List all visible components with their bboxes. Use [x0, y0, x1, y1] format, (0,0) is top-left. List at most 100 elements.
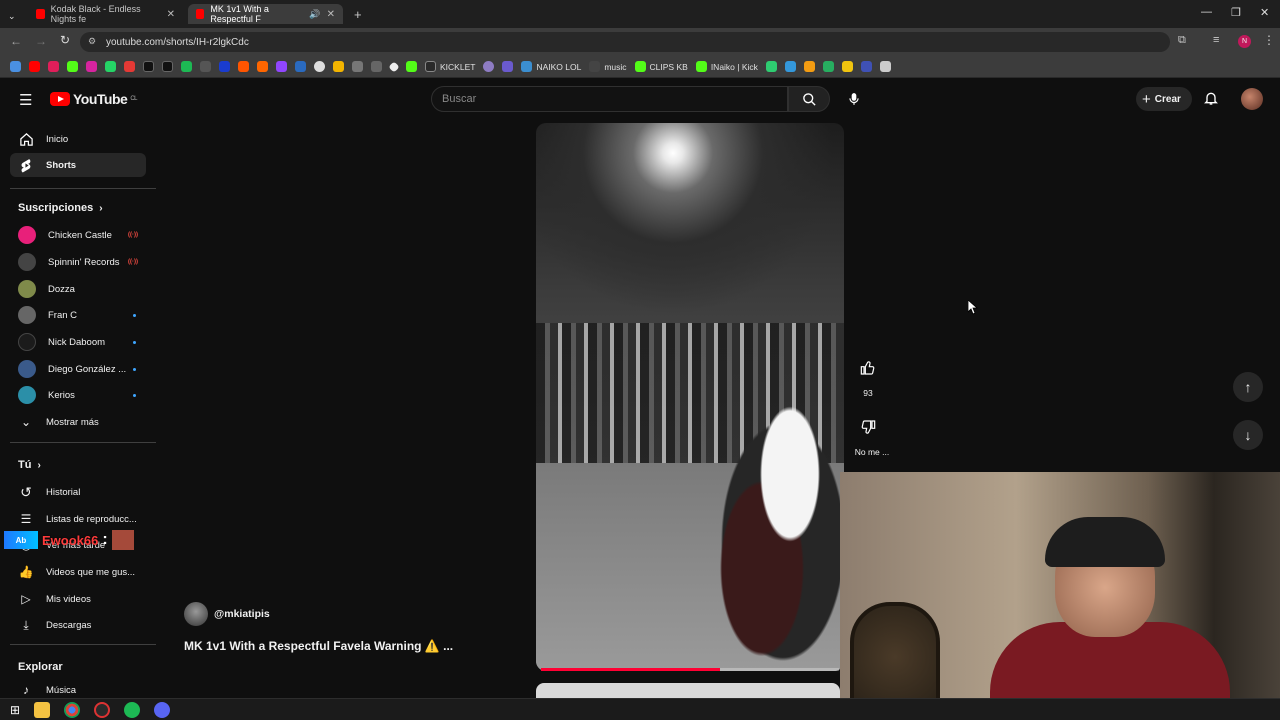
youtube-bookmark-icon[interactable]: [29, 61, 40, 72]
search-button[interactable]: [788, 86, 830, 112]
bookmark-icon[interactable]: [822, 61, 834, 72]
bookmark-icon[interactable]: [879, 61, 891, 72]
bookmark-icon[interactable]: [841, 61, 853, 72]
tab-search-button[interactable]: ⌄: [4, 6, 22, 26]
bookmark-icon[interactable]: [406, 61, 417, 72]
spotify-icon[interactable]: [124, 701, 141, 718]
subscription-diego-gonzalez[interactable]: Diego González ...: [10, 357, 146, 381]
kick-bookmark-icon[interactable]: [67, 61, 78, 72]
bookmark-icon[interactable]: [765, 61, 777, 72]
short-channel[interactable]: @mkiatipis: [184, 602, 270, 626]
instagram-bookmark-icon[interactable]: [86, 61, 97, 72]
sidebar-item-liked-videos[interactable]: 👍 Videos que me gus...: [10, 560, 146, 584]
sidebar-item-inicio[interactable]: Inicio: [10, 127, 146, 151]
chrome-icon[interactable]: [64, 701, 81, 718]
sidebar-item-label: Música: [46, 684, 77, 696]
bookmark-icon[interactable]: [333, 61, 344, 72]
bookmark-icon[interactable]: [314, 61, 325, 72]
short-video-player[interactable]: [536, 123, 844, 671]
menu-kebab-icon[interactable]: ⋮: [1263, 33, 1275, 47]
bookmark-music[interactable]: music: [589, 61, 627, 72]
maximize-icon[interactable]: ❐: [1231, 6, 1241, 19]
bookmark-icon[interactable]: [388, 60, 400, 73]
extensions-icon[interactable]: ⧉: [1178, 34, 1186, 47]
bookmark-inaiko-kick[interactable]: INaiko | Kick: [695, 61, 758, 72]
new-tab-button[interactable]: +: [346, 4, 366, 24]
tiktok-bookmark-icon[interactable]: [162, 61, 173, 72]
discord-icon[interactable]: [154, 701, 171, 718]
whatsapp-bookmark-icon[interactable]: [105, 61, 116, 72]
bookmark-icon[interactable]: [48, 61, 59, 72]
subscription-dozza[interactable]: Dozza: [10, 277, 146, 301]
reload-icon[interactable]: ↻: [60, 33, 70, 47]
subscription-nick-daboom[interactable]: Nick Daboom: [10, 330, 146, 354]
search-input[interactable]: Buscar: [431, 86, 788, 112]
subscription-chicken-castle[interactable]: Chicken Castle ((·)): [10, 223, 146, 247]
twitch-bookmark-icon[interactable]: [276, 61, 287, 72]
you-heading[interactable]: Tú ›: [18, 459, 41, 471]
minimize-icon[interactable]: —: [1201, 6, 1212, 18]
obs-icon[interactable]: [94, 701, 111, 718]
soundcloud-bookmark-icon[interactable]: [238, 61, 249, 72]
bookmark-icon[interactable]: [200, 61, 211, 72]
create-button[interactable]: + Crear: [1136, 87, 1192, 111]
bookmark-icon[interactable]: [860, 61, 872, 72]
windows-start-icon[interactable]: ⊞: [10, 703, 20, 717]
tab-kodak-black[interactable]: Kodak Black - Endless Nights fe ✕: [28, 4, 183, 24]
sidebar-item-historial[interactable]: ↺ Historial: [10, 480, 146, 504]
subscription-kerios[interactable]: Kerios: [10, 383, 146, 407]
like-count: 93: [863, 388, 873, 398]
close-tab-icon[interactable]: ✕: [167, 9, 175, 20]
bookmark-icon[interactable]: [124, 61, 135, 72]
account-avatar[interactable]: [1241, 88, 1263, 110]
bookmark-icon[interactable]: [295, 61, 306, 72]
audio-playing-icon[interactable]: 🔊: [309, 9, 320, 20]
sidebar-item-playlists[interactable]: ☰ Listas de reproducc...: [10, 507, 146, 531]
channel-avatar[interactable]: [184, 602, 208, 626]
forward-icon[interactable]: →: [35, 34, 47, 48]
youtube-logo[interactable]: YouTube CL: [50, 91, 137, 107]
bookmark-naiko-lol[interactable]: NAIKO LOL: [521, 61, 581, 72]
site-info-icon[interactable]: ⚙: [88, 36, 96, 47]
sidebar-item-my-videos[interactable]: ▷ Mis videos: [10, 587, 146, 611]
bookmark-icon[interactable]: [483, 61, 495, 72]
hamburger-menu-icon[interactable]: ☰: [19, 91, 32, 109]
show-more-button[interactable]: ⌄ Mostrar más: [10, 410, 146, 434]
bookmark-clips-kb[interactable]: CLIPS KB: [634, 61, 688, 72]
subscription-spinnin-records[interactable]: Spinnin' Records ((·)): [10, 250, 146, 274]
sidebar-item-shorts[interactable]: Shorts: [10, 153, 146, 177]
bookmark-icon[interactable]: [784, 61, 796, 72]
close-tab-icon[interactable]: ✕: [327, 9, 335, 20]
subscription-fran-c[interactable]: Fran C: [10, 303, 146, 327]
bookmark-kicklet[interactable]: KICKLET: [425, 61, 475, 72]
previous-short-button[interactable]: ↑: [1233, 372, 1263, 402]
tab-media-icon[interactable]: ≡: [1213, 34, 1219, 46]
profile-avatar-icon[interactable]: N: [1238, 35, 1251, 48]
apps-grid-icon[interactable]: [10, 61, 21, 72]
subscriptions-heading[interactable]: Suscripciones ›: [18, 202, 103, 214]
tab-mk-1v1[interactable]: MK 1v1 With a Respectful F 🔊 ✕: [188, 4, 343, 24]
file-explorer-icon[interactable]: [34, 701, 51, 718]
notifications-button[interactable]: [1203, 89, 1219, 112]
close-window-icon[interactable]: ✕: [1260, 6, 1269, 19]
url-bar[interactable]: ⚙ youtube.com/shorts/IH-r2lgkCdc: [80, 32, 1170, 52]
video-progress-bar[interactable]: [541, 668, 839, 671]
back-icon[interactable]: ←: [10, 34, 22, 48]
bookmark-icon[interactable]: [257, 61, 268, 72]
webcam-overlay: [840, 472, 1280, 698]
bookmark-icon[interactable]: [371, 61, 382, 72]
like-button[interactable]: [850, 350, 886, 386]
voice-search-button[interactable]: [840, 86, 867, 112]
short-title[interactable]: MK 1v1 With a Respectful Favela Warning …: [184, 639, 453, 653]
dislike-button[interactable]: [850, 409, 886, 445]
channel-avatar: [18, 360, 36, 378]
bookmark-icon[interactable]: [219, 61, 230, 72]
next-short-button[interactable]: ↓: [1233, 420, 1263, 450]
sidebar-item-downloads[interactable]: ⤓ Descargas: [10, 613, 146, 637]
bookmark-icon[interactable]: [803, 61, 815, 72]
bookmark-icon[interactable]: [352, 61, 363, 72]
channel-handle[interactable]: @mkiatipis: [214, 608, 270, 620]
bookmark-icon[interactable]: [502, 61, 514, 72]
x-bookmark-icon[interactable]: [143, 61, 154, 72]
spotify-bookmark-icon[interactable]: [181, 61, 192, 72]
